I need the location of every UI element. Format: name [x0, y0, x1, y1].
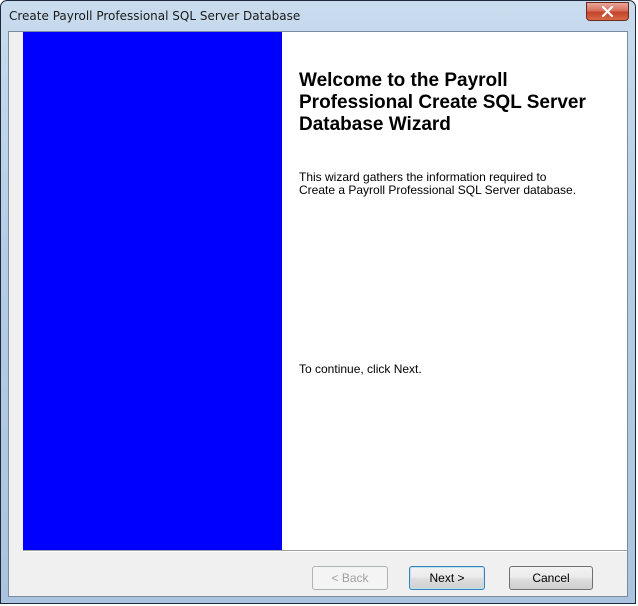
close-icon [601, 6, 614, 17]
window-title: Create Payroll Professional SQL Server D… [9, 9, 301, 23]
cancel-button[interactable]: Cancel [509, 566, 593, 590]
back-button[interactable]: < Back [312, 566, 388, 590]
wizard-description: This wizard gathers the information requ… [299, 170, 577, 197]
title-bar[interactable]: Create Payroll Professional SQL Server D… [1, 1, 635, 31]
next-button[interactable]: Next > [409, 566, 485, 590]
wizard-content-panel: Welcome to the Payroll Professional Crea… [282, 32, 627, 550]
button-divider [23, 550, 627, 552]
close-button[interactable] [586, 2, 629, 21]
wizard-side-banner [23, 32, 282, 550]
continue-instruction: To continue, click Next. [299, 362, 422, 376]
dialog-client-area: Welcome to the Payroll Professional Crea… [8, 31, 628, 597]
wizard-heading: Welcome to the Payroll Professional Crea… [299, 70, 586, 135]
wizard-window: Create Payroll Professional SQL Server D… [0, 0, 636, 604]
